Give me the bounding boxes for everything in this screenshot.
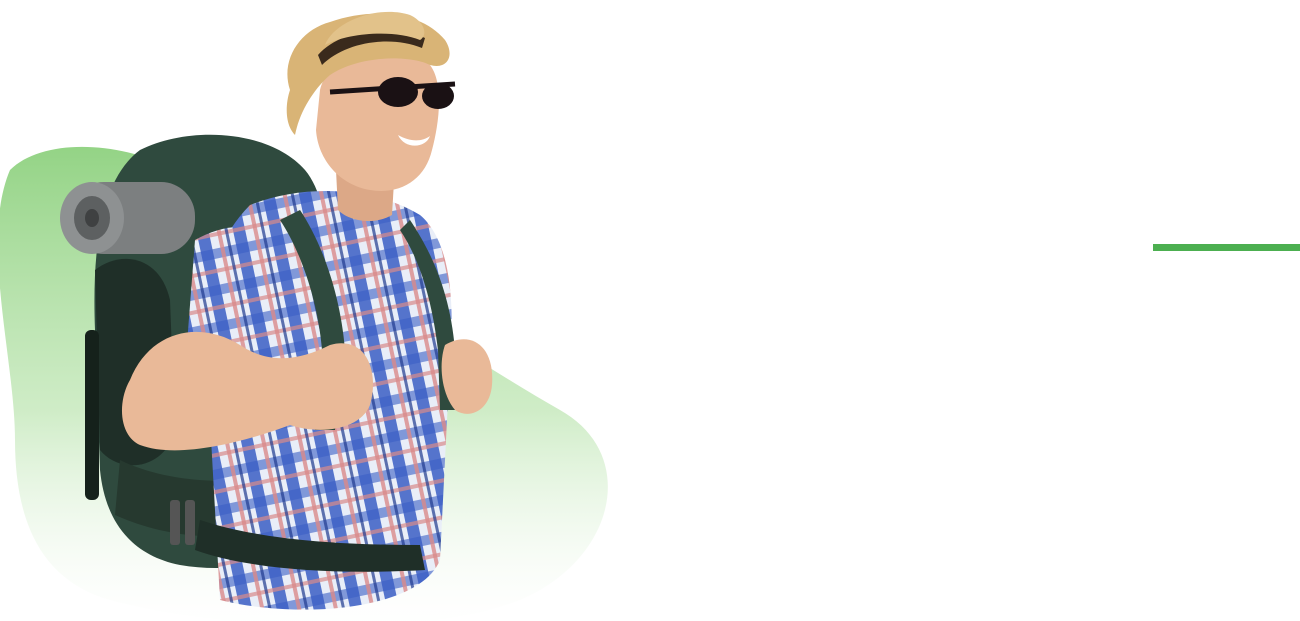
hero-visual — [0, 0, 620, 621]
landing-page — [0, 0, 1300, 621]
accent-underline — [1153, 244, 1300, 251]
hero-illustration — [0, 11, 608, 621]
sleeping-mat — [60, 182, 195, 254]
